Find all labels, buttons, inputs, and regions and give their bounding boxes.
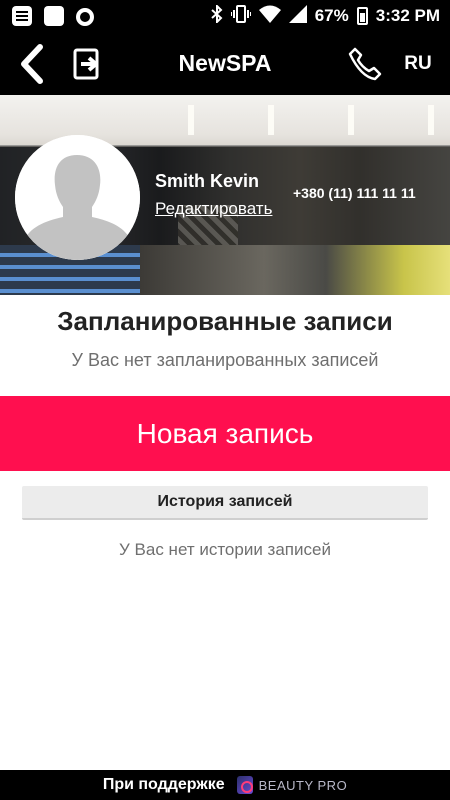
message-icon	[12, 6, 32, 26]
new-booking-button[interactable]: Новая запись	[0, 396, 450, 471]
back-arrow-icon	[21, 43, 43, 84]
signal-icon	[288, 5, 307, 27]
brand-name: BEAUTY PRO	[258, 777, 348, 793]
bluetooth-icon	[211, 3, 223, 27]
system-status: 67% 3:32 PM	[211, 0, 440, 32]
support-text: При поддержке	[102, 776, 225, 793]
exit-button[interactable]	[68, 32, 108, 95]
exit-icon	[73, 48, 99, 79]
user-phone: +380 (11) 111 11 11	[293, 185, 416, 201]
app-notification-icon	[44, 6, 64, 26]
status-bar: 67% 3:32 PM	[0, 0, 450, 32]
circle-icon	[76, 7, 94, 26]
beauty-pro-logo	[236, 776, 253, 794]
notification-icons	[12, 6, 94, 26]
edit-profile-link[interactable]: Редактировать	[155, 199, 272, 219]
language-button[interactable]: RU	[396, 32, 440, 95]
clock: 3:32 PM	[375, 6, 440, 25]
support-footer: При поддержке BEAUTY PRO	[0, 770, 450, 800]
user-silhouette-icon	[15, 135, 140, 260]
profile-banner: Smith Kevin Редактировать +380 (11) 111 …	[0, 95, 450, 295]
avatar[interactable]	[15, 135, 140, 260]
history-empty-text: У Вас нет истории записей	[119, 540, 331, 559]
wifi-icon	[258, 5, 281, 27]
back-button[interactable]	[12, 32, 52, 95]
scheduled-empty-text: У Вас нет запланированных записей	[71, 350, 379, 370]
brand-link[interactable]: BEAUTY PRO	[236, 776, 348, 794]
history-button[interactable]: История записей	[22, 486, 428, 520]
vibrate-icon	[229, 5, 252, 27]
user-name: Smith Kevin	[155, 171, 260, 191]
scheduled-title: Запланированные записи	[57, 306, 393, 336]
app-header: NewSPA RU	[0, 32, 450, 95]
phone-icon	[348, 47, 382, 80]
battery-percent: 67%	[314, 6, 349, 25]
call-button[interactable]	[342, 32, 388, 95]
battery-icon	[356, 7, 368, 25]
